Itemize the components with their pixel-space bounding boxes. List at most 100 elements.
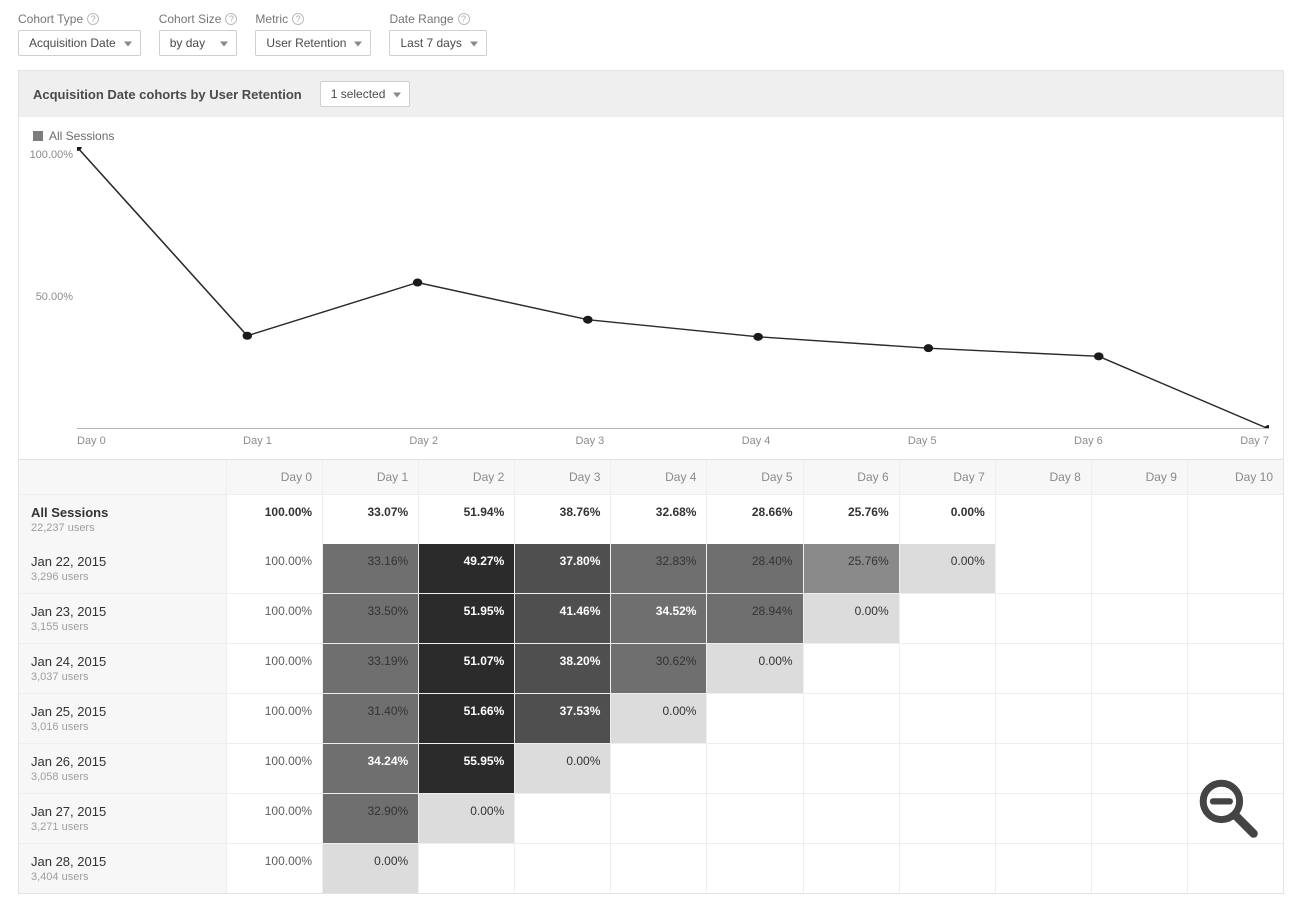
table-summary-row: All Sessions 22,237 users 100.00%33.07%5… bbox=[19, 494, 1283, 544]
data-cell bbox=[707, 694, 803, 743]
data-cell: 31.40% bbox=[323, 694, 419, 743]
table-corner bbox=[19, 460, 227, 494]
data-cell bbox=[900, 694, 996, 743]
row-cells: 100.00%34.24%55.95%0.00% bbox=[227, 744, 1283, 793]
x-tick: Day 2 bbox=[409, 435, 438, 447]
data-cell: 51.95% bbox=[419, 594, 515, 643]
zoom-out-icon[interactable] bbox=[1192, 772, 1262, 842]
chart-svg bbox=[77, 147, 1269, 429]
data-cell: 25.76% bbox=[804, 544, 900, 593]
column-header: Day 4 bbox=[611, 460, 707, 494]
data-cell: 34.24% bbox=[323, 744, 419, 793]
dropdown-value: 1 selected bbox=[331, 87, 386, 101]
label-text: Cohort Size bbox=[159, 12, 222, 26]
cohort-type-dropdown[interactable]: Acquisition Date bbox=[18, 30, 141, 56]
data-cell: 100.00% bbox=[227, 594, 323, 643]
data-cell bbox=[900, 794, 996, 843]
data-cell: 100.00% bbox=[227, 694, 323, 743]
help-icon[interactable]: ? bbox=[87, 13, 99, 25]
dropdown-value: Acquisition Date bbox=[29, 36, 116, 50]
series-selector-dropdown[interactable]: 1 selected bbox=[320, 81, 411, 107]
label-text: Date Range bbox=[389, 12, 453, 26]
chart-panel: All Sessions 100.00% 50.00% Day 0Day 1Da… bbox=[18, 117, 1284, 460]
row-users: 3,155 users bbox=[31, 621, 214, 633]
data-cell bbox=[804, 694, 900, 743]
chevron-down-icon bbox=[220, 42, 228, 47]
data-cell: 0.00% bbox=[804, 594, 900, 643]
data-cell bbox=[804, 844, 900, 893]
row-users: 3,296 users bbox=[31, 571, 214, 583]
x-tick: Day 5 bbox=[908, 435, 937, 447]
control-label: Metric ? bbox=[255, 12, 371, 26]
data-cell bbox=[996, 794, 1092, 843]
data-cell bbox=[996, 694, 1092, 743]
data-cell: 32.83% bbox=[611, 544, 707, 593]
data-cell bbox=[1188, 844, 1283, 893]
data-cell: 0.00% bbox=[611, 694, 707, 743]
data-cell bbox=[707, 744, 803, 793]
summary-secondary: 22,237 users bbox=[31, 522, 214, 534]
data-cell bbox=[996, 744, 1092, 793]
label-text: Metric bbox=[255, 12, 288, 26]
data-cell bbox=[1188, 694, 1283, 743]
retention-chart: 100.00% 50.00% Day 0Day 1Day 2Day 3Day 4… bbox=[77, 147, 1269, 447]
row-cells: 100.00%33.19%51.07%38.20%30.62%0.00% bbox=[227, 644, 1283, 693]
y-tick-100: 100.00% bbox=[30, 149, 73, 161]
row-users: 3,058 users bbox=[31, 771, 214, 783]
data-cell bbox=[804, 794, 900, 843]
table-header-row: Day 0Day 1Day 2Day 3Day 4Day 5Day 6Day 7… bbox=[19, 460, 1283, 494]
summary-cells: 100.00%33.07%51.94%38.76%32.68%28.66%25.… bbox=[227, 495, 1283, 544]
help-icon[interactable]: ? bbox=[225, 13, 237, 25]
summary-label: All Sessions 22,237 users bbox=[19, 495, 227, 544]
data-cell: 30.62% bbox=[611, 644, 707, 693]
data-cell: 51.07% bbox=[419, 644, 515, 693]
summary-cell bbox=[1092, 495, 1188, 544]
dropdown-value: by day bbox=[170, 36, 205, 50]
data-cell: 100.00% bbox=[227, 794, 323, 843]
metric-dropdown[interactable]: User Retention bbox=[255, 30, 371, 56]
table-row: Jan 26, 20153,058 users100.00%34.24%55.9… bbox=[19, 743, 1283, 793]
cohort-size-dropdown[interactable]: by day bbox=[159, 30, 238, 56]
chart-legend: All Sessions bbox=[33, 129, 1269, 143]
summary-cell: 32.68% bbox=[611, 495, 707, 544]
column-header: Day 7 bbox=[900, 460, 996, 494]
data-cell bbox=[900, 644, 996, 693]
y-tick-50: 50.00% bbox=[36, 291, 73, 303]
data-cell: 28.40% bbox=[707, 544, 803, 593]
row-cells: 100.00%0.00% bbox=[227, 844, 1283, 893]
data-cell bbox=[1188, 544, 1283, 593]
data-cell: 100.00% bbox=[227, 544, 323, 593]
summary-cell bbox=[1188, 495, 1283, 544]
data-cell: 100.00% bbox=[227, 744, 323, 793]
data-cell bbox=[1092, 694, 1188, 743]
x-tick: Day 0 bbox=[77, 435, 106, 447]
legend-label: All Sessions bbox=[49, 129, 114, 143]
data-cell bbox=[611, 794, 707, 843]
data-cell: 28.94% bbox=[707, 594, 803, 643]
row-users: 3,271 users bbox=[31, 821, 214, 833]
row-date: Jan 22, 2015 bbox=[31, 554, 214, 569]
data-cell: 51.66% bbox=[419, 694, 515, 743]
row-label: Jan 26, 20153,058 users bbox=[19, 744, 227, 793]
data-cell: 0.00% bbox=[900, 544, 996, 593]
help-icon[interactable]: ? bbox=[458, 13, 470, 25]
date-range-dropdown[interactable]: Last 7 days bbox=[389, 30, 486, 56]
summary-cell: 100.00% bbox=[227, 495, 323, 544]
column-header: Day 2 bbox=[419, 460, 515, 494]
row-label: Jan 24, 20153,037 users bbox=[19, 644, 227, 693]
control-label: Date Range ? bbox=[389, 12, 486, 26]
x-tick: Day 3 bbox=[576, 435, 605, 447]
row-users: 3,037 users bbox=[31, 671, 214, 683]
data-cell: 100.00% bbox=[227, 644, 323, 693]
panel-title: Acquisition Date cohorts by User Retenti… bbox=[33, 87, 302, 102]
data-cell: 37.80% bbox=[515, 544, 611, 593]
dropdown-value: User Retention bbox=[266, 36, 346, 50]
row-date: Jan 25, 2015 bbox=[31, 704, 214, 719]
x-axis-labels: Day 0Day 1Day 2Day 3Day 4Day 5Day 6Day 7 bbox=[77, 435, 1269, 447]
data-cell: 0.00% bbox=[515, 744, 611, 793]
help-icon[interactable]: ? bbox=[292, 13, 304, 25]
row-cells: 100.00%33.16%49.27%37.80%32.83%28.40%25.… bbox=[227, 544, 1283, 593]
chart-points bbox=[77, 147, 1269, 429]
data-cell bbox=[804, 644, 900, 693]
row-label: Jan 28, 20153,404 users bbox=[19, 844, 227, 893]
